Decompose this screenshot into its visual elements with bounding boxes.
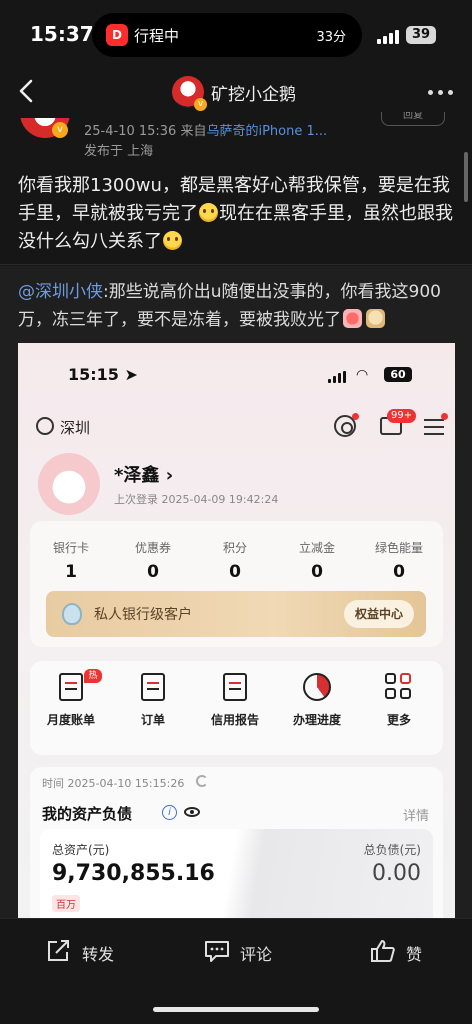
- post-time-source: 25-4-10 15:36 来自乌萨奇的iPhone 1...: [84, 124, 328, 139]
- menu-icon: [424, 419, 444, 435]
- private-bank-banner: 私人银行级客户 权益中心: [46, 591, 426, 637]
- author-name[interactable]: 矿挖小企鹅: [211, 80, 296, 105]
- home-indicator[interactable]: [153, 1007, 319, 1012]
- total-assets-label: 总资产(元): [52, 843, 110, 857]
- asset-timestamp: 时间 2025-04-10 15:15:26: [42, 777, 185, 790]
- shot-wifi-icon: ◠: [356, 367, 369, 383]
- credit-report-icon: [223, 673, 247, 701]
- scrollbar[interactable]: [464, 152, 468, 202]
- account-stats-card: 银行卡 1 优惠券 0 积分 0 立减金 0 绿色能量 0 私人银行级客户 权益中心: [30, 521, 443, 647]
- stat-discount: 立减金 0: [298, 541, 335, 582]
- sticker-face-icon: [343, 309, 362, 328]
- assets-card: 时间 2025-04-10 15:15:26 我的资产负债 i 详情 总资产(元…: [30, 767, 443, 919]
- cellular-signal-icon: [377, 30, 399, 44]
- user-avatar: [38, 453, 100, 515]
- stat-green-energy: 绿色能量 0: [374, 541, 423, 582]
- more-options-icon[interactable]: [428, 82, 456, 102]
- comment-icon: [205, 941, 229, 962]
- doge-emoji-icon: [366, 309, 385, 328]
- more-grid-icon: [385, 673, 413, 701]
- grid-item-credit-report: 信用报告: [194, 673, 276, 728]
- asset-summary: 总资产(元) 9,730,855.16 百万 总负债(元) 0.00: [40, 829, 433, 919]
- pleading-face-emoji-icon: [199, 203, 218, 222]
- assets-detail-link: 详情: [402, 809, 429, 824]
- thumbs-up-icon: [371, 940, 395, 962]
- stat-bank-card: 银行卡 1: [52, 541, 89, 582]
- order-icon: [141, 673, 165, 701]
- status-time: 15:37: [30, 22, 94, 46]
- total-debt-value: 0.00: [372, 861, 421, 886]
- stat-coupon: 优惠券 0: [134, 541, 171, 582]
- post-location: 发布于 上海: [84, 144, 154, 159]
- total-debt-label: 总负债(元): [363, 843, 421, 857]
- total-assets-value: 9,730,855.16: [52, 861, 215, 886]
- live-activity-eta: 33分: [316, 30, 346, 45]
- live-activity-label: 行程中: [134, 27, 180, 45]
- grid-item-more: 更多: [358, 673, 440, 728]
- notification-dot: [441, 413, 448, 420]
- dynamic-island[interactable]: D 行程中 33分: [92, 13, 362, 57]
- repost-button[interactable]: 转发: [46, 939, 136, 965]
- back-arrow-icon[interactable]: [12, 76, 42, 106]
- user-name: *泽鑫 ›: [114, 465, 174, 486]
- comment-button[interactable]: 评论: [204, 939, 294, 965]
- benefits-center-button: 权益中心: [344, 600, 414, 628]
- message-count-badge: 99+: [387, 409, 417, 423]
- stat-points: 积分 0: [222, 541, 247, 582]
- refresh-icon: [196, 775, 208, 787]
- grid-item-progress: 办理进度: [276, 673, 358, 728]
- repost-text: @深圳小侠:那些说高价出u随便出没事的，你看我这900万，冻三年了，要不是冻着，…: [18, 282, 441, 330]
- vip-medal-icon: [62, 603, 82, 625]
- shot-battery-icon: 60: [384, 367, 412, 382]
- bottom-action-bar: 转发 评论 赞: [0, 918, 472, 1024]
- notification-dot: [352, 413, 359, 420]
- divider: [0, 264, 472, 265]
- attached-image[interactable]: 15:15 ➤ ◠ 60 深圳 99+ *泽鑫 › 上次登录 2025-04-0…: [18, 343, 455, 919]
- hot-badge: 热: [84, 669, 102, 683]
- shot-signal-icon: [328, 371, 348, 383]
- unit-tag: 百万: [52, 895, 80, 912]
- shot-status-time: 15:15 ➤: [68, 365, 138, 384]
- info-icon: i: [162, 805, 177, 820]
- device-source-link[interactable]: 乌萨奇的iPhone 1...: [206, 124, 327, 139]
- assets-title: 我的资产负债: [42, 805, 133, 823]
- reply-button[interactable]: 回复: [381, 112, 445, 126]
- battery-icon: 39: [406, 26, 436, 44]
- monthly-bill-icon: [59, 673, 83, 701]
- share-icon: [48, 940, 69, 961]
- pleading-face-emoji-icon: [163, 231, 182, 250]
- eye-icon: [184, 807, 200, 817]
- mention-link[interactable]: @深圳小侠: [18, 282, 103, 302]
- trip-app-icon: D: [106, 24, 128, 46]
- progress-icon: [303, 673, 331, 701]
- nav-header: v 矿挖小企鹅: [0, 70, 472, 114]
- verified-badge-icon: v: [52, 122, 68, 138]
- verified-badge-icon: v: [194, 98, 207, 111]
- status-bar: 15:37 D 行程中 33分 39: [0, 0, 472, 64]
- quick-actions-grid: 热 月度账单 订单 信用报告 办理进度 更多: [30, 661, 443, 755]
- post-text: 你看我那1300wu，都是黑客好心帮我保管，要是在我手里，早就被我亏完了 现在在黑…: [18, 175, 453, 252]
- grid-item-monthly-bill: 热 月度账单: [30, 669, 112, 728]
- post-author-avatar[interactable]: v: [18, 118, 70, 142]
- last-login: 上次登录 2025-04-09 19:42:24: [114, 493, 279, 506]
- author-avatar[interactable]: v: [172, 76, 207, 111]
- grid-item-orders: 订单: [112, 673, 194, 728]
- like-button[interactable]: 赞: [370, 939, 440, 965]
- location-label: 深圳: [60, 419, 91, 437]
- location-icon: [36, 417, 54, 435]
